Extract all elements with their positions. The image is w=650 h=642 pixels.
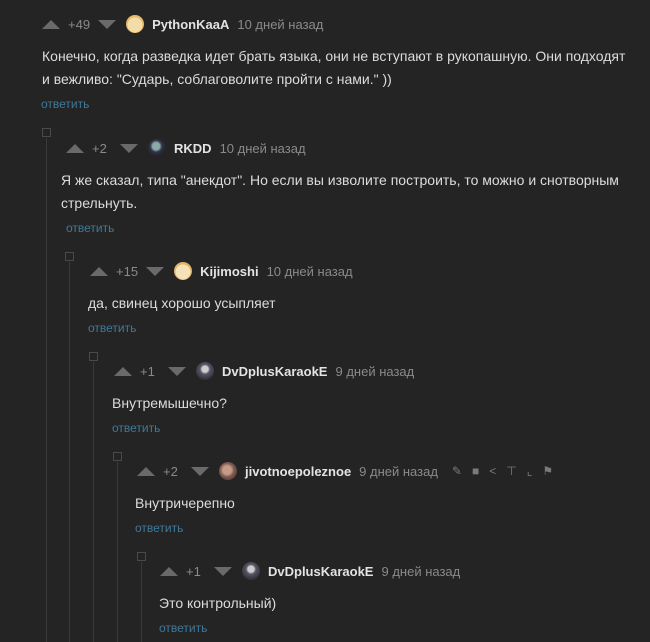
comment-tools: ✎ ■ < ⊤ ⌞ ⚑ xyxy=(452,464,553,478)
downvote-icon[interactable] xyxy=(214,566,232,576)
share-icon[interactable]: < xyxy=(489,464,496,478)
reply-link[interactable]: ответить xyxy=(41,97,89,111)
reply-link[interactable]: ответить xyxy=(159,621,207,635)
reply-link[interactable]: ответить xyxy=(66,221,114,235)
thread-line xyxy=(117,462,118,642)
downvote-icon[interactable] xyxy=(168,366,186,376)
comment-text: Конечно, когда разведка идет брать языка… xyxy=(42,48,626,87)
collapse-toggle[interactable] xyxy=(113,452,122,461)
comment: +2 jivotnoepoleznoe 9 дней назад ✎ ■ < ⊤… xyxy=(135,460,637,535)
thread-line xyxy=(93,362,94,642)
collapse-toggle[interactable] xyxy=(137,552,146,561)
comment-header: +1 DvDplusKaraokE 9 дней назад xyxy=(160,560,640,582)
comment: +15 Kijimoshi 10 дней назад да, свинец х… xyxy=(88,260,630,335)
comment-score: +49 xyxy=(68,16,91,32)
avatar[interactable] xyxy=(174,262,193,280)
comment-score: +1 xyxy=(186,563,201,579)
comment: +2 RKDD 10 дней назад Я же сказал, типа … xyxy=(61,137,636,235)
comment-author[interactable]: PythonKaaA xyxy=(152,17,229,32)
thread-line xyxy=(141,562,142,642)
downvote-icon[interactable] xyxy=(191,466,209,476)
collapse-toggle[interactable] xyxy=(42,128,51,137)
reply-link[interactable]: ответить xyxy=(135,521,183,535)
comment-time[interactable]: 9 дней назад xyxy=(335,364,414,379)
downvote-icon[interactable] xyxy=(146,266,165,276)
comment-header: +2 RKDD 10 дней назад xyxy=(66,137,636,159)
comment-time[interactable]: 9 дней назад xyxy=(359,464,438,479)
comment-time[interactable]: 10 дней назад xyxy=(220,141,306,156)
comment: +1 DvDplusKaraokE 9 дней назад Внутремыш… xyxy=(112,360,634,435)
upvote-icon[interactable] xyxy=(42,19,60,29)
comment-score: +2 xyxy=(163,463,178,479)
comment-header: +15 Kijimoshi 10 дней назад xyxy=(90,260,630,282)
comment-author[interactable]: DvDplusKaraokE xyxy=(268,564,373,579)
comment-text: Я же сказал, типа "анекдот". Но если вы … xyxy=(61,172,619,211)
thread-line xyxy=(69,262,70,642)
reply-link[interactable]: ответить xyxy=(88,321,136,335)
comment-author[interactable]: RKDD xyxy=(174,141,212,156)
collapse-toggle[interactable] xyxy=(65,252,74,261)
upvote-icon[interactable] xyxy=(90,266,108,276)
avatar[interactable] xyxy=(219,462,237,480)
downvote-icon[interactable] xyxy=(120,143,138,153)
comment-score: +2 xyxy=(92,140,107,156)
comment-author[interactable]: DvDplusKaraokE xyxy=(222,364,327,379)
reply-link[interactable]: ответить xyxy=(112,421,160,435)
comment-time[interactable]: 10 дней назад xyxy=(237,17,323,32)
collapse-toggle[interactable] xyxy=(89,352,98,361)
avatar[interactable] xyxy=(242,562,260,580)
comment-time[interactable]: 9 дней назад xyxy=(381,564,460,579)
comment-text: Внутричерепно xyxy=(135,495,235,511)
avatar[interactable] xyxy=(126,15,145,33)
comment-author[interactable]: Kijimoshi xyxy=(200,264,259,279)
comment-header: +1 DvDplusKaraokE 9 дней назад xyxy=(114,360,634,382)
edit-icon[interactable]: ✎ xyxy=(452,464,462,478)
comment-header: +49 PythonKaaA 10 дней назад xyxy=(42,13,632,35)
comment-header: +2 jivotnoepoleznoe 9 дней назад ✎ ■ < ⊤… xyxy=(137,460,637,482)
comment: +1 DvDplusKaraokE 9 дней назад Это контр… xyxy=(159,560,640,635)
upvote-icon[interactable] xyxy=(137,466,155,476)
comment-text: да, свинец хорошо усыпляет xyxy=(88,295,276,311)
avatar[interactable] xyxy=(196,362,214,380)
flag-icon[interactable]: ⚑ xyxy=(542,464,553,478)
comment-time[interactable]: 10 дней назад xyxy=(267,264,353,279)
pin-top-icon[interactable]: ⊤ xyxy=(506,464,516,478)
comment-score: +1 xyxy=(140,363,155,379)
upvote-icon[interactable] xyxy=(114,366,132,376)
comment-text: Внутремышечно? xyxy=(112,395,227,411)
upvote-icon[interactable] xyxy=(160,566,178,576)
save-icon[interactable]: ■ xyxy=(472,464,479,478)
comment-score: +15 xyxy=(116,263,139,279)
upvote-icon[interactable] xyxy=(66,143,84,153)
comment: +49 PythonKaaA 10 дней назад Конечно, ко… xyxy=(41,13,632,111)
comment-text: Это контрольный) xyxy=(159,595,277,611)
thread-line xyxy=(46,138,47,642)
downvote-icon[interactable] xyxy=(98,19,117,29)
comment-author[interactable]: jivotnoepoleznoe xyxy=(245,464,351,479)
avatar[interactable] xyxy=(148,139,166,157)
branch-icon[interactable]: ⌞ xyxy=(527,464,533,478)
